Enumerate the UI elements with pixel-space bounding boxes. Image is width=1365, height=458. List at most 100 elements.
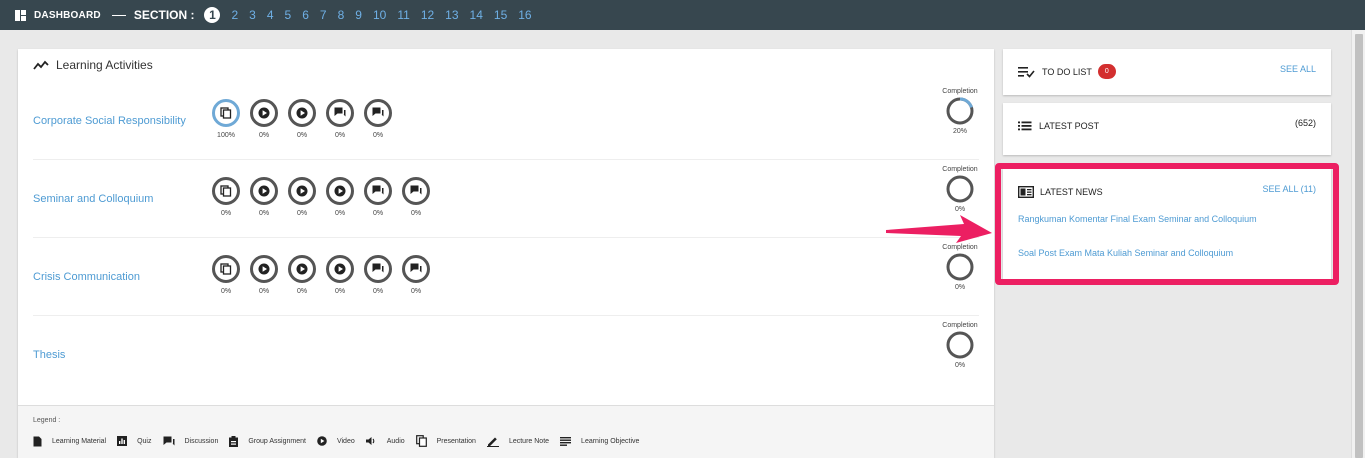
legend-label: Learning Objective	[581, 437, 640, 445]
presentation-activity-button[interactable]	[212, 99, 240, 127]
activity-percent: 0%	[410, 210, 422, 217]
presentation-activity-button[interactable]	[212, 255, 240, 283]
video-activity-button[interactable]	[288, 255, 316, 283]
completion-indicator: Completion 0%	[937, 244, 983, 291]
completion-percent: 0%	[954, 284, 966, 291]
section-link-13[interactable]: 13	[445, 8, 458, 22]
section-link-1[interactable]: 1	[204, 7, 221, 23]
section-link-9[interactable]: 9	[355, 8, 362, 22]
discussion-activity-button[interactable]	[402, 255, 430, 283]
activity-item: 0%	[245, 99, 283, 139]
legend-item: Quiz	[117, 436, 152, 446]
presentation-icon	[220, 185, 232, 197]
activity-item: 0%	[207, 255, 245, 295]
todo-title: TO DO LIST	[1042, 66, 1092, 77]
course-row: Corporate Social Responsibility 100% 0% 0% 0…	[33, 82, 979, 160]
video-activity-button[interactable]	[326, 255, 354, 283]
discussion-activity-button[interactable]	[364, 177, 392, 205]
video-icon	[334, 185, 346, 197]
video-activity-button[interactable]	[250, 99, 278, 127]
todo-card: TO DO LIST 0 SEE ALL	[1003, 49, 1331, 95]
video-icon	[296, 263, 308, 275]
quiz-icon	[117, 436, 132, 446]
activity-percent: 0%	[258, 288, 270, 295]
activity-list: 0% 0% 0% 0% 0% 0%	[207, 255, 435, 295]
activity-item: 0%	[283, 255, 321, 295]
section-link-2[interactable]: 2	[231, 8, 238, 22]
video-icon	[296, 185, 308, 197]
discussion-activity-button[interactable]	[326, 99, 354, 127]
discussion-icon	[372, 107, 384, 119]
section-link-3[interactable]: 3	[249, 8, 256, 22]
section-link-16[interactable]: 16	[518, 8, 531, 22]
latest-post-header: LATEST POST	[1018, 121, 1099, 131]
discussion-activity-button[interactable]	[364, 99, 392, 127]
video-icon	[258, 107, 270, 119]
completion-label: Completion	[942, 88, 978, 95]
video-activity-button[interactable]	[326, 177, 354, 205]
section-link-4[interactable]: 4	[267, 8, 274, 22]
section-link-6[interactable]: 6	[302, 8, 309, 22]
legend-label: Learning Material	[52, 437, 107, 445]
course-link[interactable]: Seminar and Colloquium	[33, 160, 153, 237]
checklist-icon	[1018, 66, 1035, 78]
dashboard-link[interactable]: DASHBOARD	[34, 10, 101, 21]
activity-percent: 0%	[296, 132, 308, 139]
activity-item: 0%	[359, 255, 397, 295]
activity-item: 0%	[283, 177, 321, 217]
scrollbar-thumb[interactable]	[1355, 34, 1363, 458]
legend-item: Audio	[365, 436, 405, 446]
course-link[interactable]: Corporate Social Responsibility	[33, 82, 186, 159]
legend-item: Learning Objective	[560, 436, 640, 446]
discussion-activity-button[interactable]	[402, 177, 430, 205]
completion-percent: 20%	[952, 128, 967, 135]
completion-ring	[946, 253, 974, 281]
todo-see-all-link[interactable]: SEE ALL	[1280, 64, 1316, 74]
section-link-15[interactable]: 15	[494, 8, 507, 22]
legend-item: Presentation	[415, 435, 476, 447]
activity-item: 0%	[359, 99, 397, 139]
scrollbar[interactable]	[1351, 30, 1365, 458]
presentation-icon	[220, 263, 232, 275]
activity-percent: 0%	[372, 132, 384, 139]
presentation-icon	[220, 107, 232, 119]
activity-item: 100%	[207, 99, 245, 139]
section-link-5[interactable]: 5	[285, 8, 292, 22]
activity-percent: 100%	[217, 132, 235, 139]
completion-label: Completion	[942, 322, 978, 329]
completion-indicator: Completion 0%	[937, 166, 983, 213]
section-label: SECTION :	[133, 8, 195, 22]
activity-percent: 0%	[258, 132, 270, 139]
video-activity-button[interactable]	[250, 177, 278, 205]
dashboard-icon[interactable]	[15, 9, 26, 21]
completion-percent: 0%	[954, 206, 966, 213]
section-nav: 1 2 3 4 5 6 7 8 9 10 11 12 13 14 15 16	[204, 7, 542, 23]
video-activity-button[interactable]	[288, 177, 316, 205]
discussion-activity-button[interactable]	[364, 255, 392, 283]
learning-objective-icon	[560, 436, 576, 446]
section-link-7[interactable]: 7	[320, 8, 327, 22]
video-activity-button[interactable]	[250, 255, 278, 283]
video-icon	[296, 107, 308, 119]
completion-ring	[946, 175, 974, 203]
video-activity-button[interactable]	[288, 99, 316, 127]
discussion-icon	[334, 107, 346, 119]
activity-percent: 0%	[372, 288, 384, 295]
section-link-8[interactable]: 8	[338, 8, 345, 22]
section-link-11[interactable]: 11	[397, 8, 409, 22]
legend-item: Video	[317, 436, 355, 446]
course-link[interactable]: Crisis Communication	[33, 238, 140, 315]
activity-percent: 0%	[372, 210, 384, 217]
section-link-10[interactable]: 10	[373, 8, 386, 22]
activity-item: 0%	[397, 255, 435, 295]
activity-item: 0%	[283, 99, 321, 139]
learning-material-icon	[33, 436, 47, 447]
legend-label: Group Assignment	[248, 437, 306, 445]
section-link-14[interactable]: 14	[470, 8, 483, 22]
course-link[interactable]: Thesis	[33, 316, 65, 394]
legend-label: Audio	[386, 437, 405, 445]
activity-item: 0%	[245, 177, 283, 217]
top-bar: DASHBOARD SECTION : 1 2 3 4 5 6 7 8 9 10 11 12 13 14 1…	[0, 0, 1365, 30]
section-link-12[interactable]: 12	[421, 8, 434, 22]
presentation-activity-button[interactable]	[212, 177, 240, 205]
